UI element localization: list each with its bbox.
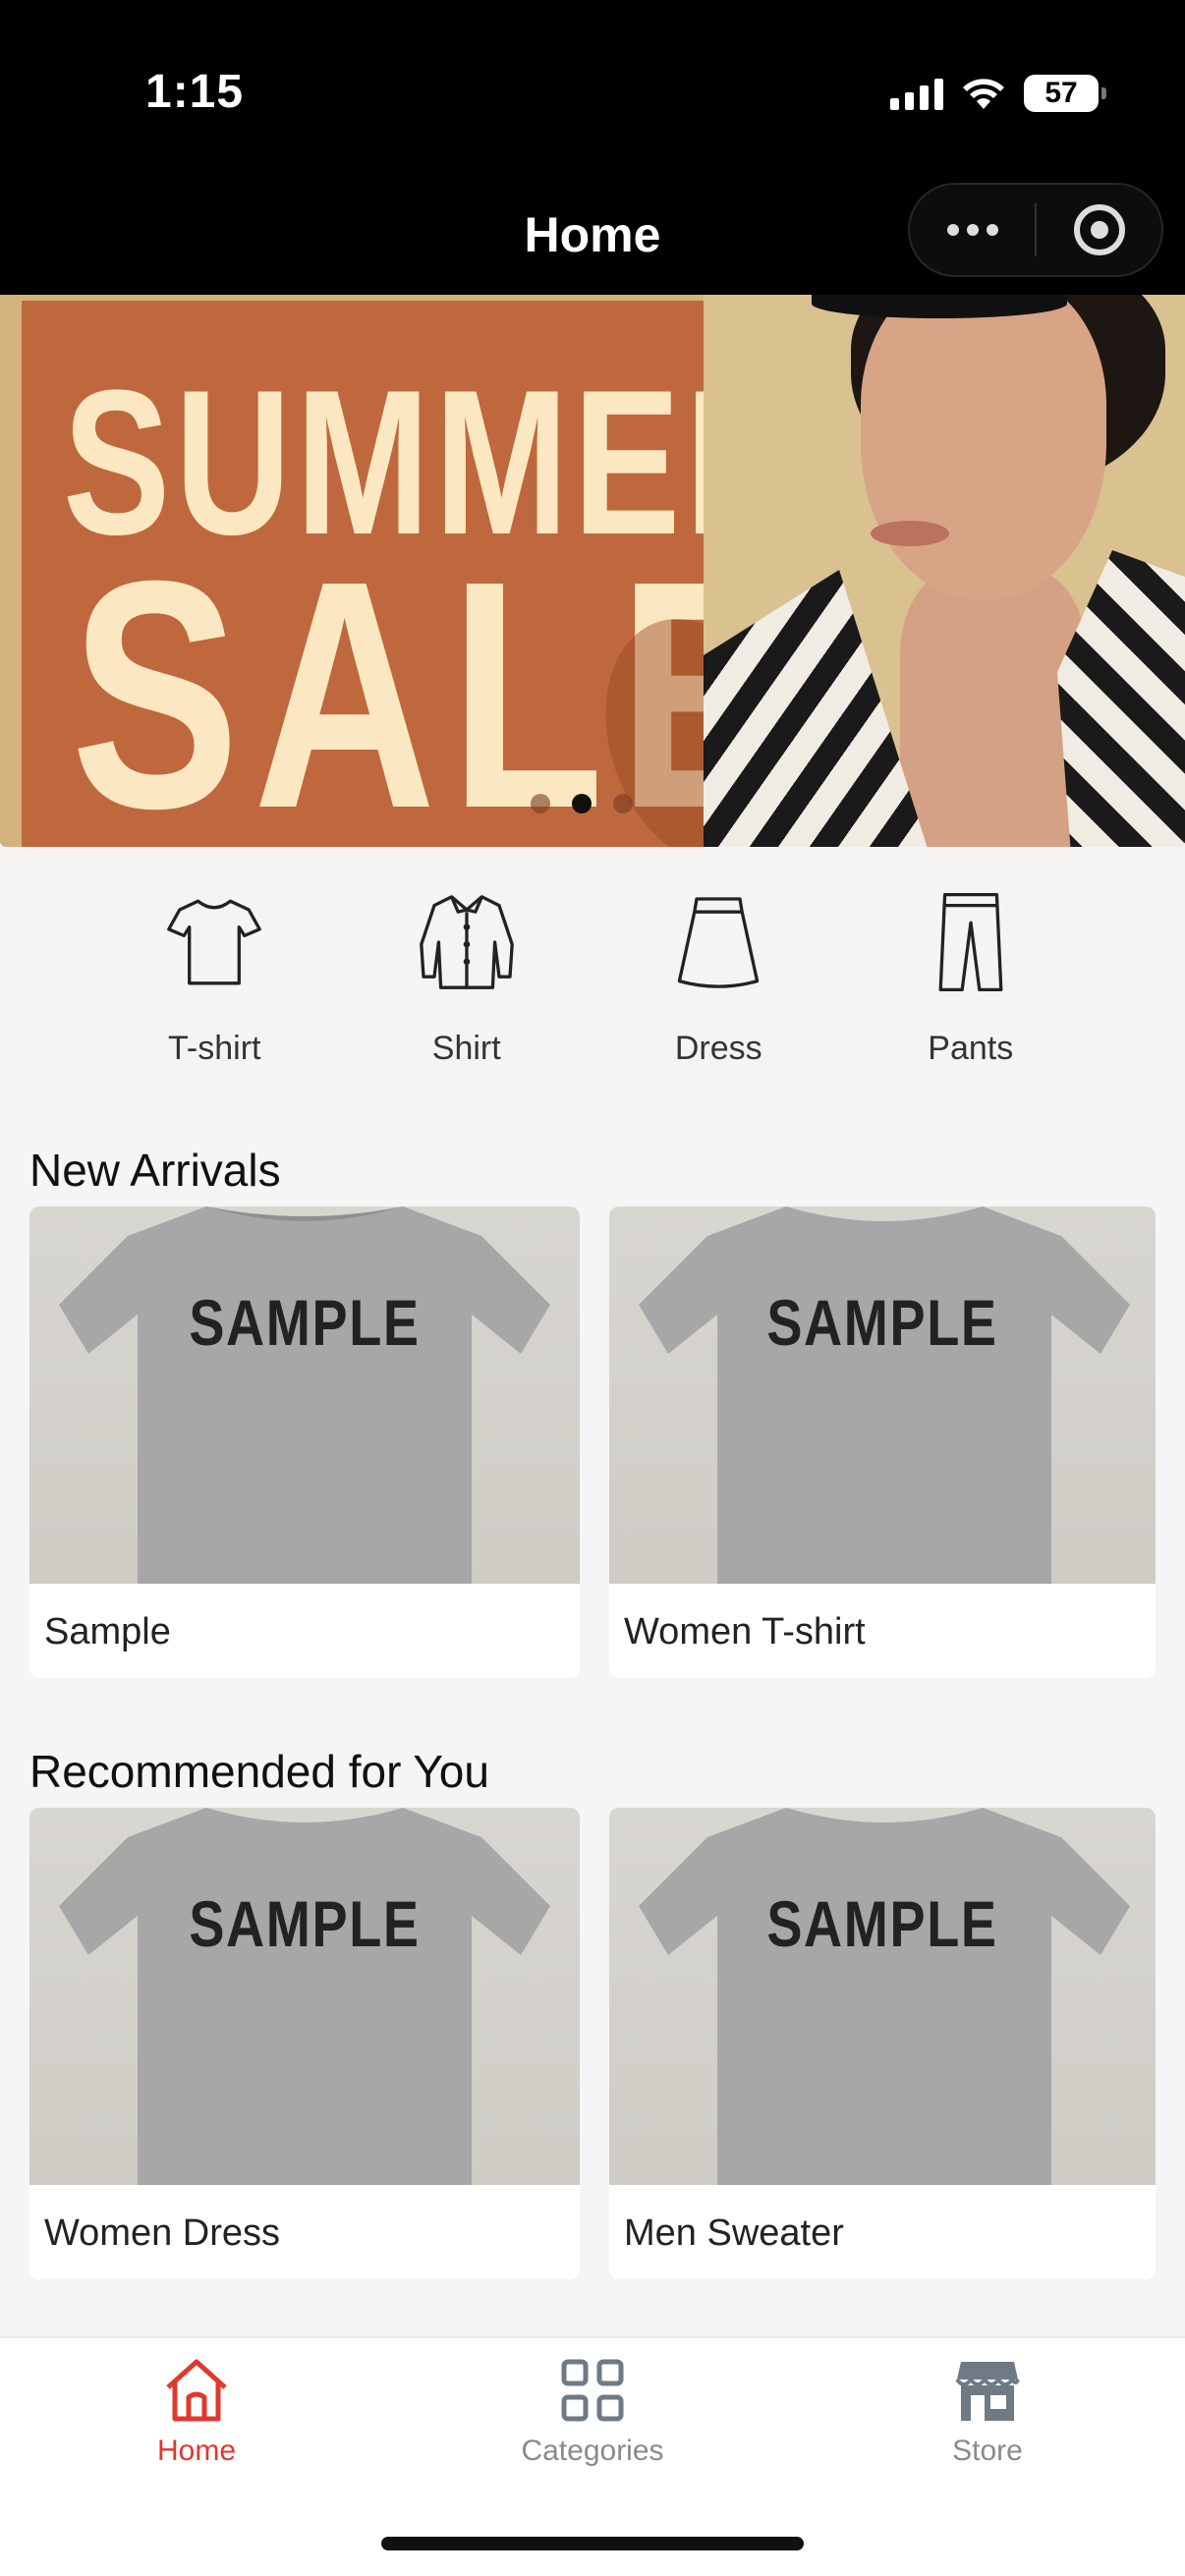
- home-icon: [166, 2359, 227, 2422]
- pants-icon: [938, 892, 1003, 992]
- tshirt-icon: [167, 899, 262, 985]
- tab-label: Store: [952, 2435, 1023, 2467]
- miniprogram-capsule: [908, 183, 1163, 277]
- tshirt-image: [639, 1808, 1130, 2185]
- category-dress[interactable]: Dress: [620, 847, 817, 1106]
- product-image-text: SAMPLE: [189, 1887, 421, 1960]
- tab-categories[interactable]: Categories: [475, 2354, 710, 2468]
- product-card[interactable]: SAMPLE Women T-shirt: [609, 1206, 1156, 1678]
- status-icons: 57: [890, 75, 1106, 112]
- category-label: T-shirt: [168, 1030, 261, 1067]
- promo-banner[interactable]: SUMMER SALE: [0, 295, 1185, 847]
- new-arrivals-title: New Arrivals: [29, 1145, 281, 1196]
- category-label: Shirt: [431, 1030, 501, 1067]
- tshirt-image: [639, 1206, 1130, 1584]
- category-row: T-shirt Shirt Dress Pants: [0, 847, 1185, 1106]
- home-indicator[interactable]: [381, 2537, 804, 2550]
- product-name: Sample: [44, 1611, 171, 1652]
- nav-bar: Home: [0, 157, 1185, 295]
- store-icon: [955, 2362, 1020, 2421]
- product-image: SAMPLE: [609, 1206, 1156, 1584]
- status-time: 1:15: [145, 66, 245, 118]
- carousel-indicators[interactable]: [531, 794, 633, 813]
- tshirt-image: [59, 1808, 550, 2185]
- target-icon: [1073, 204, 1125, 255]
- product-image: SAMPLE: [29, 1206, 580, 1584]
- product-image-text: SAMPLE: [766, 1887, 998, 1960]
- category-label: Pants: [928, 1030, 1014, 1067]
- carousel-dot-active[interactable]: [572, 794, 592, 813]
- category-tshirt[interactable]: T-shirt: [116, 847, 312, 1106]
- category-pants[interactable]: Pants: [873, 847, 1069, 1106]
- product-image: SAMPLE: [609, 1808, 1156, 2185]
- tshirt-image: [59, 1206, 550, 1584]
- status-bar: 1:15 57: [0, 0, 1185, 157]
- battery-icon: 57: [1024, 75, 1106, 112]
- category-label: Dress: [674, 1030, 762, 1067]
- product-image-text: SAMPLE: [189, 1286, 421, 1359]
- product-image: SAMPLE: [29, 1808, 580, 2185]
- carousel-dot[interactable]: [531, 794, 550, 813]
- tab-home[interactable]: Home: [79, 2354, 314, 2468]
- tab-label: Home: [156, 2435, 237, 2467]
- recommended-title: Recommended for You: [29, 1746, 489, 1797]
- wifi-icon: [963, 79, 1004, 109]
- tab-store[interactable]: Store: [870, 2354, 1105, 2468]
- close-miniprogram-button[interactable]: [1037, 185, 1161, 275]
- banner-model-image: [704, 295, 1185, 847]
- grid-icon: [561, 2359, 624, 2422]
- shirt-icon: [419, 895, 514, 989]
- more-dots-icon: [946, 224, 998, 236]
- battery-level: 57: [1044, 77, 1078, 109]
- dress-icon: [678, 897, 760, 988]
- product-card[interactable]: SAMPLE Men Sweater: [609, 1808, 1156, 2279]
- cellular-signal-icon: [890, 77, 943, 110]
- tab-label: Categories: [521, 2435, 664, 2467]
- product-name: Men Sweater: [624, 2212, 844, 2254]
- sale-panel: SUMMER SALE: [22, 301, 827, 847]
- product-card[interactable]: SAMPLE Sample: [29, 1206, 580, 1678]
- product-image-text: SAMPLE: [766, 1286, 998, 1359]
- carousel-dot[interactable]: [613, 794, 633, 813]
- category-shirt[interactable]: Shirt: [368, 847, 565, 1106]
- product-card[interactable]: SAMPLE Women Dress: [29, 1808, 580, 2279]
- product-name: Women T-shirt: [624, 1611, 866, 1652]
- product-name: Women Dress: [44, 2212, 281, 2254]
- more-button[interactable]: [910, 185, 1035, 275]
